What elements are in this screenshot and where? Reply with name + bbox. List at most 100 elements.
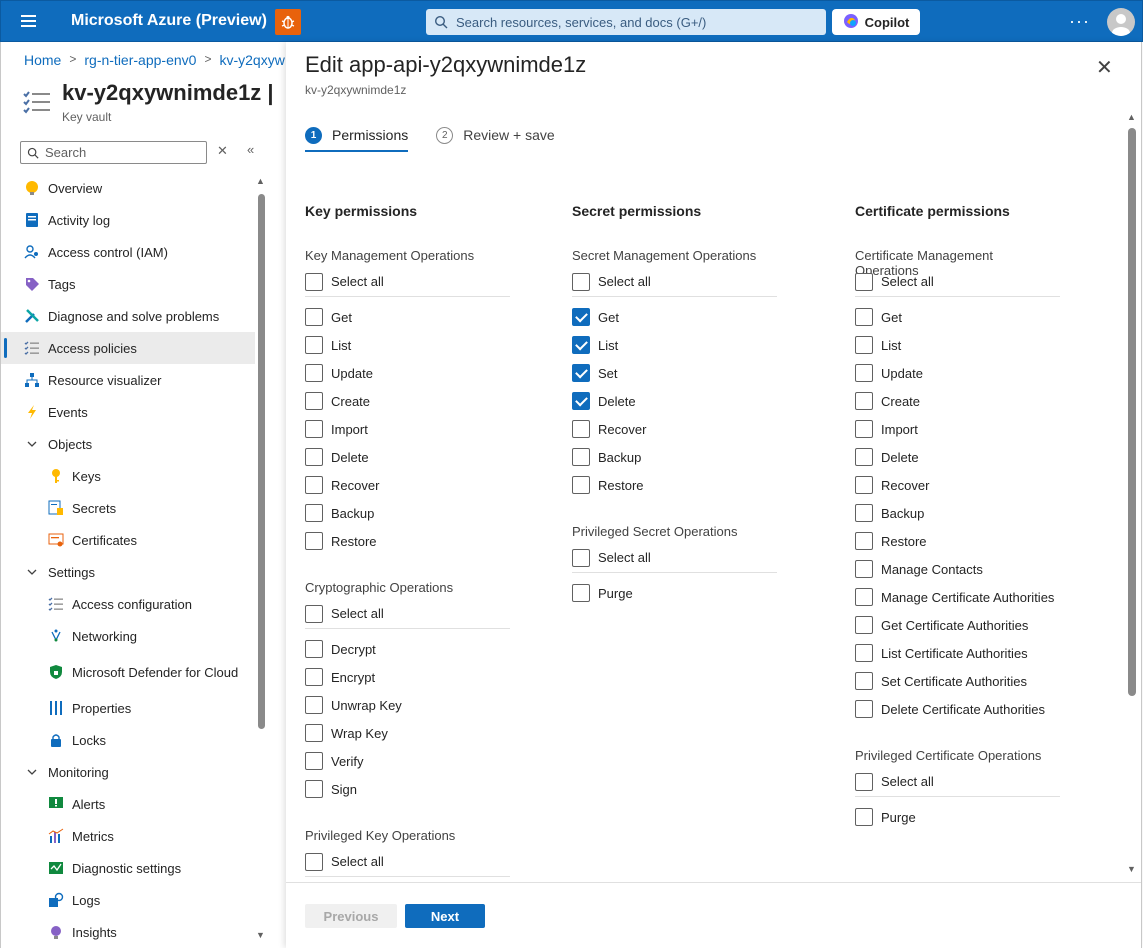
checkbox-unchecked-icon[interactable]	[855, 588, 873, 606]
checkbox-purge[interactable]: Purge	[855, 803, 1060, 831]
checkbox-unchecked-icon[interactable]	[305, 448, 323, 466]
checkbox-delete-certificate-authorities[interactable]: Delete Certificate Authorities	[855, 695, 1060, 723]
checkbox-unchecked-icon[interactable]	[855, 808, 873, 826]
checkbox-unchecked-icon[interactable]	[305, 696, 323, 714]
checkbox-restore[interactable]: Restore	[305, 527, 510, 555]
checkbox-wrap-key[interactable]: Wrap Key	[305, 719, 510, 747]
more-options-icon[interactable]: ···	[1069, 11, 1090, 32]
sidebar-item-properties[interactable]: Properties	[1, 692, 255, 724]
checkbox-backup[interactable]: Backup	[572, 443, 777, 471]
checkbox-restore[interactable]: Restore	[572, 471, 777, 499]
sidebar-item-diagnostic-settings[interactable]: Diagnostic settings	[1, 852, 255, 884]
checkbox-set-certificate-authorities[interactable]: Set Certificate Authorities	[855, 667, 1060, 695]
checkbox-unchecked-icon[interactable]	[855, 336, 873, 354]
checkbox-select-all[interactable]: Select all	[305, 599, 510, 629]
checkbox-select-all[interactable]: Select all	[305, 847, 510, 877]
sidebar-item-objects[interactable]: Objects	[1, 428, 255, 460]
checkbox-unchecked-icon[interactable]	[855, 420, 873, 438]
checkbox-unchecked-icon[interactable]	[305, 272, 323, 291]
checkbox-restore[interactable]: Restore	[855, 527, 1060, 555]
sidebar-item-diagnose-and-solve-problems[interactable]: Diagnose and solve problems	[1, 300, 255, 332]
breadcrumb-home[interactable]: Home	[24, 52, 61, 68]
checkbox-checked-icon[interactable]	[572, 336, 590, 354]
checkbox-get[interactable]: Get	[855, 303, 1060, 331]
checkbox-unchecked-icon[interactable]	[855, 392, 873, 410]
checkbox-unchecked-icon[interactable]	[305, 752, 323, 770]
sidebar-item-access-policies[interactable]: Access policies	[1, 332, 255, 364]
sidebar-item-overview[interactable]: Overview	[1, 172, 255, 204]
sidebar-item-settings[interactable]: Settings	[1, 556, 255, 588]
checkbox-unchecked-icon[interactable]	[855, 616, 873, 634]
hamburger-menu-icon[interactable]	[1, 1, 55, 41]
breadcrumb-key-vault[interactable]: kv-y2qxyw	[219, 52, 284, 68]
scroll-down-icon[interactable]: ▼	[256, 930, 265, 940]
checkbox-encrypt[interactable]: Encrypt	[305, 663, 510, 691]
checkbox-unchecked-icon[interactable]	[572, 476, 590, 494]
checkbox-unchecked-icon[interactable]	[305, 640, 323, 658]
checkbox-unchecked-icon[interactable]	[855, 672, 873, 690]
checkbox-unchecked-icon[interactable]	[572, 272, 590, 291]
copilot-button[interactable]: Copilot	[832, 9, 920, 35]
previous-button[interactable]: Previous	[305, 904, 397, 928]
checkbox-unchecked-icon[interactable]	[305, 852, 323, 871]
scroll-down-icon[interactable]: ▼	[1127, 864, 1136, 874]
global-search-input[interactable]: Search resources, services, and docs (G+…	[426, 9, 826, 35]
checkbox-unchecked-icon[interactable]	[855, 532, 873, 550]
checkbox-unchecked-icon[interactable]	[572, 584, 590, 602]
next-button[interactable]: Next	[405, 904, 485, 928]
checkbox-list-certificate-authorities[interactable]: List Certificate Authorities	[855, 639, 1060, 667]
sidebar-item-tags[interactable]: Tags	[1, 268, 255, 300]
checkbox-unchecked-icon[interactable]	[305, 392, 323, 410]
checkbox-create[interactable]: Create	[305, 387, 510, 415]
avatar[interactable]	[1107, 8, 1135, 36]
sidebar-item-metrics[interactable]: Metrics	[1, 820, 255, 852]
sidebar-item-certificates[interactable]: Certificates	[1, 524, 255, 556]
sidebar-item-access-control-iam[interactable]: Access control (IAM)	[1, 236, 255, 268]
checkbox-unchecked-icon[interactable]	[305, 532, 323, 550]
sidebar-item-locks[interactable]: Locks	[1, 724, 255, 756]
checkbox-delete[interactable]: Delete	[572, 387, 777, 415]
checkbox-select-all[interactable]: Select all	[572, 267, 777, 297]
checkbox-set[interactable]: Set	[572, 359, 777, 387]
menu-search-input[interactable]: Search	[20, 141, 207, 164]
checkbox-sign[interactable]: Sign	[305, 775, 510, 803]
checkbox-import[interactable]: Import	[855, 415, 1060, 443]
checkbox-unchecked-icon[interactable]	[305, 476, 323, 494]
checkbox-unchecked-icon[interactable]	[305, 668, 323, 686]
sidebar-item-activity-log[interactable]: Activity log	[1, 204, 255, 236]
checkbox-unchecked-icon[interactable]	[855, 644, 873, 662]
checkbox-manage-certificate-authorities[interactable]: Manage Certificate Authorities	[855, 583, 1060, 611]
checkbox-unchecked-icon[interactable]	[855, 308, 873, 326]
checkbox-unchecked-icon[interactable]	[855, 272, 873, 291]
bug-icon[interactable]	[275, 9, 301, 35]
checkbox-unchecked-icon[interactable]	[855, 504, 873, 522]
sidebar-item-monitoring[interactable]: Monitoring	[1, 756, 255, 788]
clear-icon[interactable]: ✕	[217, 143, 228, 159]
scroll-up-icon[interactable]: ▲	[1127, 112, 1136, 122]
checkbox-unchecked-icon[interactable]	[855, 476, 873, 494]
checkbox-unwrap-key[interactable]: Unwrap Key	[305, 691, 510, 719]
tab-permissions[interactable]: 1 Permissions	[305, 124, 409, 152]
checkbox-unchecked-icon[interactable]	[855, 364, 873, 382]
collapse-menu-icon[interactable]: «	[247, 142, 254, 157]
checkbox-unchecked-icon[interactable]	[305, 364, 323, 382]
brand-title[interactable]: Microsoft Azure (Preview)	[55, 12, 275, 30]
checkbox-recover[interactable]: Recover	[855, 471, 1060, 499]
checkbox-unchecked-icon[interactable]	[855, 772, 873, 791]
checkbox-unchecked-icon[interactable]	[305, 504, 323, 522]
checkbox-create[interactable]: Create	[855, 387, 1060, 415]
panel-scrollbar[interactable]	[1128, 128, 1136, 696]
checkbox-unchecked-icon[interactable]	[572, 420, 590, 438]
scroll-up-icon[interactable]: ▲	[256, 176, 265, 186]
close-icon[interactable]: ✕	[1096, 55, 1113, 80]
checkbox-checked-icon[interactable]	[572, 364, 590, 382]
sidebar-item-insights[interactable]: Insights	[1, 916, 255, 948]
checkbox-list[interactable]: List	[855, 331, 1060, 359]
checkbox-update[interactable]: Update	[305, 359, 510, 387]
checkbox-checked-icon[interactable]	[572, 308, 590, 326]
checkbox-backup[interactable]: Backup	[855, 499, 1060, 527]
checkbox-list[interactable]: List	[572, 331, 777, 359]
checkbox-unchecked-icon[interactable]	[572, 548, 590, 567]
sidebar-item-secrets[interactable]: Secrets	[1, 492, 255, 524]
checkbox-unchecked-icon[interactable]	[572, 448, 590, 466]
